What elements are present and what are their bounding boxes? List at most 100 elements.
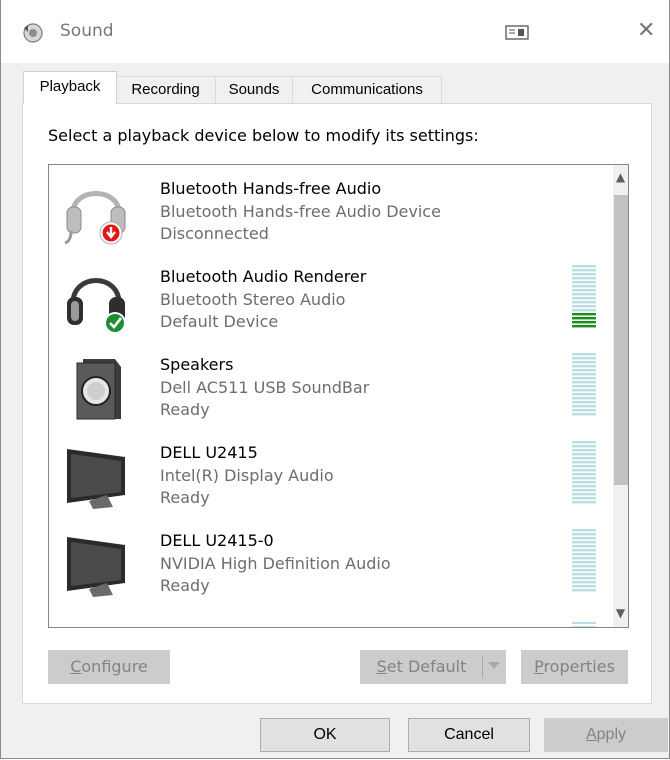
meter-segment: [572, 485, 596, 488]
meter-segment: [572, 285, 596, 288]
meter-segment: [572, 397, 596, 400]
tab-recording[interactable]: Recording: [115, 76, 216, 103]
meter-segment: [572, 317, 596, 320]
meter-segment: [572, 401, 596, 404]
device-item-dell-u2415-0[interactable]: DELL U2415-0 NVIDIA High Definition Audi…: [49, 517, 609, 605]
meter-segment: [572, 577, 596, 580]
device-description: Dell AC511 USB SoundBar: [160, 378, 370, 397]
device-description: Intel(R) Display Audio: [160, 466, 334, 485]
meter-segment: [572, 313, 596, 316]
scroll-down-icon[interactable]: ▼: [613, 603, 628, 623]
partial-level-meter: [572, 617, 596, 627]
meter-segment: [572, 461, 596, 464]
level-meter: [572, 265, 596, 328]
meter-segment: [572, 537, 596, 540]
set-default-button[interactable]: Set Default: [360, 650, 506, 684]
meter-segment: [572, 325, 596, 328]
meter-segment: [572, 545, 596, 548]
headphones-default-icon: [67, 278, 126, 333]
meter-segment: [572, 289, 596, 292]
meter-segment: [572, 393, 596, 396]
meter-segment: [572, 321, 596, 324]
meter-segment: [572, 573, 596, 576]
device-list[interactable]: Bluetooth Hands-free Audio Bluetooth Han…: [48, 164, 629, 628]
meter-segment: [572, 493, 596, 496]
device-list-scrollbar[interactable]: ▲ ▼: [613, 165, 628, 627]
meter-segment: [572, 533, 596, 536]
meter-segment: [572, 469, 596, 472]
meter-segment: [572, 581, 596, 584]
meter-segment: [572, 377, 596, 380]
speaker-icon: [76, 359, 121, 420]
meter-segment: [572, 565, 596, 568]
title-bar: Sound ✕: [1, 0, 669, 63]
device-item-bluetooth-renderer[interactable]: Bluetooth Audio Renderer Bluetooth Stere…: [49, 253, 609, 341]
meter-segment: [572, 269, 596, 272]
device-name: Bluetooth Hands-free Audio: [160, 179, 382, 198]
window-title: Sound: [60, 21, 114, 41]
meter-segment: [572, 473, 596, 476]
meter-segment: [572, 297, 596, 300]
scroll-up-icon[interactable]: ▲: [613, 167, 628, 187]
meter-segment: [572, 389, 596, 392]
device-name: Speakers: [160, 355, 234, 374]
chevron-down-icon[interactable]: [488, 662, 500, 669]
scroll-thumb[interactable]: [614, 195, 628, 485]
monitor-icon: [67, 449, 125, 509]
meter-segment: [572, 265, 596, 268]
ok-button[interactable]: OK: [260, 718, 390, 752]
close-icon[interactable]: ✕: [637, 18, 655, 43]
properties-button[interactable]: Properties: [521, 650, 628, 684]
playback-panel: Select a playback device below to modify…: [22, 103, 652, 704]
meter-segment: [572, 445, 596, 448]
configure-button[interactable]: Configure: [48, 650, 170, 684]
meter-segment: [572, 281, 596, 284]
tab-playback[interactable]: Playback: [23, 71, 117, 104]
meter-segment: [572, 357, 596, 360]
meter-segment: [572, 413, 596, 416]
device-description: Bluetooth Hands-free Audio Device: [160, 202, 441, 221]
meter-segment: [572, 489, 596, 492]
meter-segment: [572, 557, 596, 560]
tab-communications[interactable]: Communications: [292, 76, 442, 103]
meter-segment: [572, 305, 596, 308]
meter-segment: [572, 385, 596, 388]
monitor-icon: [67, 537, 125, 597]
apply-button[interactable]: Apply: [544, 718, 668, 752]
device-name: DELL U2415-0: [160, 531, 274, 550]
meter-segment: [572, 301, 596, 304]
meter-segment: [572, 365, 596, 368]
meter-segment: [572, 501, 596, 504]
meter-segment: [572, 589, 596, 592]
meter-segment: [572, 441, 596, 444]
sound-device-icon: [505, 25, 529, 40]
meter-segment: [572, 549, 596, 552]
meter-segment: [572, 457, 596, 460]
meter-segment: [572, 465, 596, 468]
meter-segment: [572, 569, 596, 572]
device-item-dell-u2415[interactable]: DELL U2415 Intel(R) Display Audio Ready: [49, 429, 609, 517]
meter-segment: [572, 293, 596, 296]
device-item-bluetooth-hands-free[interactable]: Bluetooth Hands-free Audio Bluetooth Han…: [49, 165, 609, 253]
meter-segment: [572, 585, 596, 588]
device-name: DELL U2415: [160, 443, 258, 462]
device-item-speakers[interactable]: Speakers Dell AC511 USB SoundBar Ready: [49, 341, 609, 429]
cancel-button[interactable]: Cancel: [408, 718, 530, 752]
device-status: Disconnected: [160, 224, 269, 243]
device-status: Default Device: [160, 312, 279, 331]
device-description: NVIDIA High Definition Audio: [160, 554, 391, 573]
tab-sounds[interactable]: Sounds: [215, 76, 293, 103]
meter-segment: [572, 405, 596, 408]
level-meter: [572, 353, 596, 416]
meter-segment: [572, 369, 596, 372]
meter-segment: [572, 353, 596, 356]
meter-segment: [572, 497, 596, 500]
meter-segment: [572, 553, 596, 556]
meter-segment: [572, 453, 596, 456]
meter-segment: [572, 541, 596, 544]
meter-segment: [572, 529, 596, 532]
level-meter: [572, 529, 596, 592]
headset-disconnected-icon: [64, 191, 126, 245]
meter-segment: [572, 409, 596, 412]
meter-segment: [572, 361, 596, 364]
